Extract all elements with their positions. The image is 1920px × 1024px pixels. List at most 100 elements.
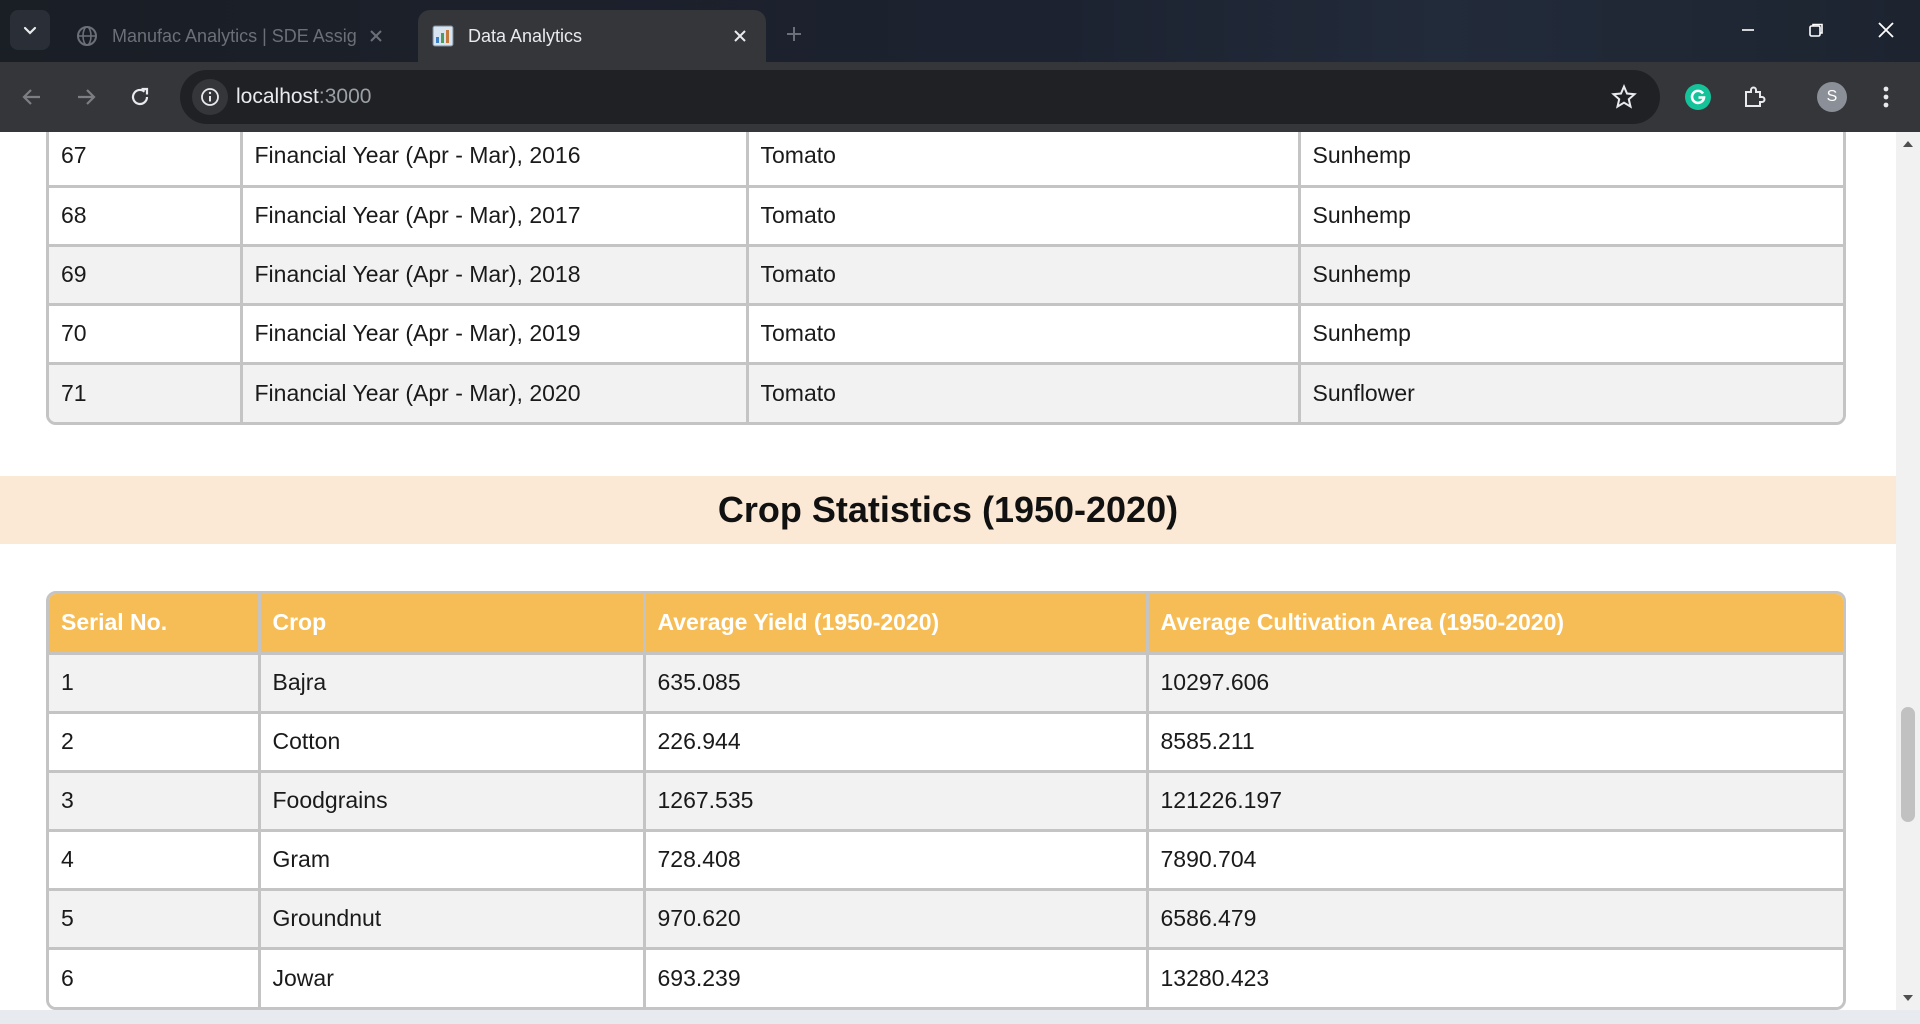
cell-serial: 71 [49,363,243,422]
cell-crop: Cotton [259,712,646,773]
triangle-up-icon [1903,141,1913,147]
cell-min-crop: Sunflower [1299,363,1843,422]
minimize-button[interactable] [1720,10,1776,50]
close-tab-icon[interactable] [728,24,752,48]
cell-max-crop: Tomato [747,186,1301,247]
avatar: S [1817,82,1847,112]
address-bar[interactable]: localhost:3000 [180,70,1660,124]
globe-icon [76,25,98,47]
reload-button[interactable] [120,77,160,117]
header-avg-area: Average Cultivation Area (1950-2020) [1147,594,1843,655]
table-row: 70 Financial Year (Apr - Mar), 2019 Toma… [49,304,1843,365]
table-row: 3 Foodgrains 1267.535 121226.197 [49,771,1843,832]
cell-min-crop: Sunhemp [1299,132,1843,188]
table-row: 2 Cotton 226.944 8585.211 [49,712,1843,773]
cell-avg-area: 6586.479 [1147,889,1843,950]
yearly-crop-table: 67 Financial Year (Apr - Mar), 2016 Toma… [46,132,1846,425]
cell-max-crop: Tomato [747,363,1301,422]
tab-title: Data Analytics [468,25,583,46]
cell-crop: Foodgrains [259,771,646,832]
header-serial: Serial No. [49,594,261,655]
triangle-down-icon [1903,995,1913,1001]
cell-serial: 5 [49,889,261,950]
cell-year: Financial Year (Apr - Mar), 2020 [241,363,749,422]
header-crop: Crop [259,594,646,655]
os-taskbar-edge [0,1010,1920,1024]
restore-icon [1809,23,1823,37]
chart-favicon-icon [432,25,454,47]
star-icon [1611,84,1637,109]
arrow-left-icon [22,89,40,105]
close-window-button[interactable] [1858,10,1914,50]
profile-button[interactable]: S [1812,77,1852,117]
site-info-button[interactable] [192,79,228,115]
arrow-right-icon [78,89,96,105]
cell-min-crop: Sunhemp [1299,186,1843,247]
tab-data-analytics[interactable]: Data Analytics [418,10,766,62]
cell-avg-yield: 970.620 [644,889,1149,950]
plus-icon [787,27,801,41]
url-host: localhost [236,85,319,108]
section-title: Crop Statistics (1950-2020) [717,489,1179,530]
page-viewport: 67 Financial Year (Apr - Mar), 2016 Toma… [0,132,1896,1010]
cell-serial: 3 [49,771,261,832]
bookmark-star-button[interactable] [1610,83,1638,111]
cell-year: Financial Year (Apr - Mar), 2017 [241,186,749,247]
grammarly-icon [1685,84,1711,110]
cell-avg-yield: 693.239 [644,948,1149,1007]
table-header-row: Serial No. Crop Average Yield (1950-2020… [49,594,1843,655]
cell-year: Financial Year (Apr - Mar), 2019 [241,304,749,365]
table-row: 1 Bajra 635.085 10297.606 [49,653,1843,714]
cell-max-crop: Tomato [747,245,1301,306]
browser-toolbar: localhost:3000 S [0,62,1920,132]
cell-min-crop: Sunhemp [1299,245,1843,306]
header-avg-yield: Average Yield (1950-2020) [644,594,1149,655]
cell-avg-area: 7890.704 [1147,830,1843,891]
cell-crop: Gram [259,830,646,891]
cell-serial: 70 [49,304,243,365]
cell-serial: 69 [49,245,243,306]
new-tab-button[interactable] [778,18,810,50]
tab-manufac-analytics[interactable]: Manufac Analytics | SDE Assign [62,10,402,62]
forward-button[interactable] [66,77,106,117]
back-button[interactable] [12,77,52,117]
restore-button[interactable] [1788,10,1844,50]
cell-avg-area: 10297.606 [1147,653,1843,714]
table-row: 71 Financial Year (Apr - Mar), 2020 Toma… [49,363,1843,422]
browser-tab-bar: Manufac Analytics | SDE Assign Data Anal… [0,0,1920,62]
table-row: 68 Financial Year (Apr - Mar), 2017 Toma… [49,186,1843,247]
grammarly-extension-button[interactable] [1678,77,1718,117]
puzzle-icon [1745,86,1766,107]
tab-search-button[interactable] [10,10,50,50]
cell-avg-yield: 226.944 [644,712,1149,773]
more-vertical-icon [1883,86,1889,108]
scrollbar-thumb[interactable] [1901,707,1915,822]
section-heading-band: Crop Statistics (1950-2020) [0,476,1896,544]
cell-avg-yield: 1267.535 [644,771,1149,832]
url-port: :3000 [318,85,372,108]
cell-serial: 2 [49,712,261,773]
cell-serial: 68 [49,186,243,247]
menu-button[interactable] [1866,77,1906,117]
cell-avg-area: 13280.423 [1147,948,1843,1007]
cell-min-crop: Sunhemp [1299,304,1843,365]
cell-year: Financial Year (Apr - Mar), 2016 [241,132,749,188]
cell-crop: Bajra [259,653,646,714]
cell-serial: 67 [49,132,243,188]
table-row: 4 Gram 728.408 7890.704 [49,830,1843,891]
extensions-button[interactable] [1734,77,1774,117]
cell-avg-area: 121226.197 [1147,771,1843,832]
cell-serial: 6 [49,948,261,1007]
scroll-down-button[interactable] [1896,988,1920,1008]
url-text[interactable]: localhost:3000 [236,85,371,109]
reload-icon [131,87,149,106]
table-row: 67 Financial Year (Apr - Mar), 2016 Toma… [49,132,1843,188]
cell-avg-yield: 635.085 [644,653,1149,714]
cell-avg-yield: 728.408 [644,830,1149,891]
cell-max-crop: Tomato [747,304,1301,365]
page-scrollbar[interactable] [1896,132,1920,1010]
info-icon [201,88,219,106]
scroll-up-button[interactable] [1896,134,1920,154]
table-row: 69 Financial Year (Apr - Mar), 2018 Toma… [49,245,1843,306]
close-tab-icon[interactable] [364,24,388,48]
